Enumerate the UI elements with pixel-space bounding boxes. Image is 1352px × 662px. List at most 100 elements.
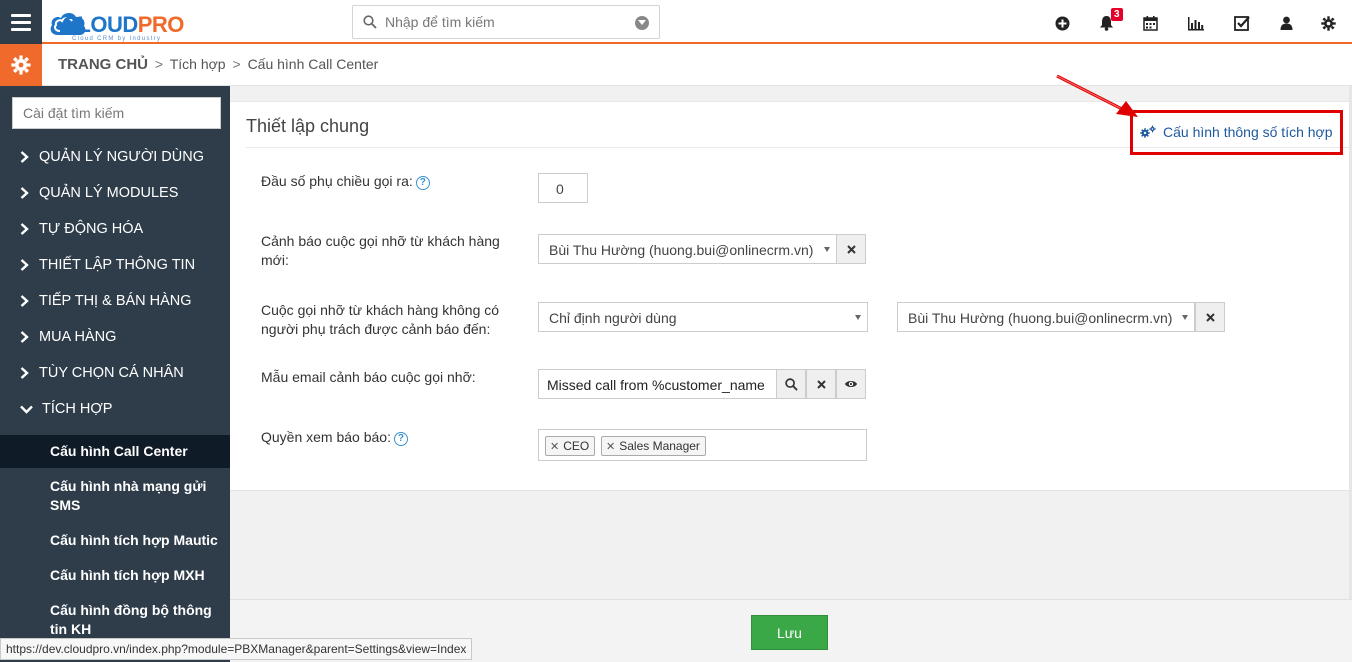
close-icon bbox=[846, 244, 856, 254]
tag-label: CEO bbox=[563, 439, 590, 453]
report-permission-label: Quyền xem báo báo:? bbox=[261, 428, 491, 447]
sidebar-item-info-setup[interactable]: THIẾT LẬP THÔNG TIN bbox=[0, 247, 230, 283]
sidebar-item-label: TỰ ĐỘNG HÓA bbox=[39, 221, 144, 237]
preview-template-button[interactable] bbox=[836, 369, 866, 399]
main-content: Thiết lập chung Cấu hình thông số tích h… bbox=[230, 86, 1352, 662]
sidebar-item-modules[interactable]: QUẢN LÝ MODULES bbox=[0, 175, 230, 211]
search-icon bbox=[363, 15, 377, 29]
caret-down-icon bbox=[855, 315, 861, 320]
calendar-icon[interactable] bbox=[1141, 14, 1159, 32]
clear-template-button[interactable] bbox=[806, 369, 836, 399]
global-search-input[interactable]: Nhập để tìm kiếm bbox=[352, 5, 660, 39]
clear-button[interactable] bbox=[1195, 302, 1225, 332]
clear-button[interactable] bbox=[836, 234, 866, 264]
chevron-right-icon bbox=[20, 331, 34, 343]
chevron-right-icon bbox=[20, 187, 34, 199]
chevron-right-icon bbox=[20, 367, 34, 379]
sidebar-subitem-mautic[interactable]: Cấu hình tích hợp Mautic bbox=[0, 531, 230, 550]
sidebar-item-label: MUA HÀNG bbox=[39, 329, 117, 345]
annotation-arrow bbox=[1056, 74, 1138, 117]
sidebar-item-label: QUẢN LÝ MODULES bbox=[39, 185, 179, 201]
sidebar-item-integration[interactable]: TÍCH HỢP bbox=[0, 391, 230, 427]
chevron-right-icon bbox=[20, 151, 34, 163]
tag-chip[interactable]: ✕ Sales Manager bbox=[601, 436, 706, 456]
sidebar-subitem-label: Cấu hình tích hợp Mautic bbox=[50, 532, 218, 548]
save-button[interactable]: Lưu bbox=[751, 615, 828, 650]
logo[interactable]: CLOUDPRO Cloud CRM by Industry bbox=[48, 6, 208, 42]
chevron-right-icon bbox=[20, 295, 34, 307]
outbound-prefix-input[interactable]: 0 bbox=[538, 173, 588, 203]
tag-label: Sales Manager bbox=[619, 439, 700, 453]
breadcrumb-current: Cấu hình Call Center bbox=[247, 56, 379, 72]
integration-config-label: Cấu hình thông số tích hợp bbox=[1163, 124, 1333, 140]
help-icon[interactable]: ? bbox=[415, 176, 430, 190]
plus-circle-icon[interactable] bbox=[1053, 14, 1071, 32]
close-icon bbox=[816, 379, 826, 389]
sidebar-item-label: THIẾT LẬP THÔNG TIN bbox=[39, 257, 196, 273]
gears-icon bbox=[1140, 125, 1156, 138]
breadcrumb-bar: TRANG CHỦ > Tích hợp > Cấu hình Call Cen… bbox=[0, 44, 1352, 86]
missed-no-owner-user-select[interactable]: Bùi Thu Hường (huong.bui@onlinecrm.vn) bbox=[897, 302, 1195, 332]
missed-no-owner-label: Cuộc gọi nhỡ từ khách hàng không có ngườ… bbox=[261, 302, 500, 337]
general-settings-panel: Thiết lập chung Cấu hình thông số tích h… bbox=[230, 101, 1352, 491]
sidebar-item-label: TÍCH HỢP bbox=[42, 401, 113, 417]
caret-down-icon bbox=[824, 247, 830, 252]
chevron-down-icon bbox=[20, 405, 38, 414]
breadcrumb-separator: > bbox=[154, 56, 164, 72]
top-bar: CLOUDPRO Cloud CRM by Industry Nhập để t… bbox=[0, 0, 1352, 44]
sidebar-subitem-social[interactable]: Cấu hình tích hợp MXH bbox=[0, 566, 230, 585]
sidebar-item-personal-options[interactable]: TÙY CHỌN CÁ NHÂN bbox=[0, 355, 230, 391]
email-template-label: Mẫu email cảnh báo cuộc gọi nhỡ: bbox=[261, 369, 476, 385]
help-icon[interactable]: ? bbox=[393, 432, 408, 446]
breadcrumb: TRANG CHỦ > Tích hợp > Cấu hình Call Cen… bbox=[58, 56, 378, 73]
sidebar-item-user-management[interactable]: QUẢN LÝ NGƯỜI DÙNG bbox=[0, 139, 230, 175]
remove-tag-icon[interactable]: ✕ bbox=[606, 440, 615, 453]
user-icon[interactable] bbox=[1277, 14, 1295, 32]
settings-search-placeholder: Cài đặt tìm kiếm bbox=[23, 105, 125, 121]
sidebar-subitem-label: Cấu hình nhà mạng gửi SMS bbox=[50, 478, 207, 513]
gear-icon[interactable] bbox=[1319, 14, 1337, 32]
sidebar-item-purchasing[interactable]: MUA HÀNG bbox=[0, 319, 230, 355]
search-template-button[interactable] bbox=[776, 369, 806, 399]
missed-no-owner-mode-select[interactable]: Chỉ định người dùng bbox=[538, 302, 868, 332]
panel-title: Thiết lập chung bbox=[246, 116, 370, 136]
browser-status-url: https://dev.cloudpro.vn/index.php?module… bbox=[0, 638, 473, 660]
integration-config-link[interactable]: Cấu hình thông số tích hợp bbox=[1140, 124, 1333, 140]
search-icon bbox=[784, 377, 798, 391]
bar-chart-icon[interactable] bbox=[1186, 14, 1204, 32]
tag-chip[interactable]: ✕ CEO bbox=[545, 436, 596, 456]
checkbox-icon[interactable] bbox=[1233, 14, 1251, 32]
close-icon bbox=[1205, 312, 1215, 322]
sidebar-subitem-call-center[interactable]: Cấu hình Call Center bbox=[0, 435, 230, 468]
chevron-down-icon[interactable] bbox=[635, 16, 649, 30]
breadcrumb-home[interactable]: TRANG CHỦ bbox=[58, 56, 148, 73]
remove-tag-icon[interactable]: ✕ bbox=[550, 440, 559, 453]
sidebar-item-label: TÙY CHỌN CÁ NHÂN bbox=[39, 365, 184, 381]
sidebar-subitem-label: Cấu hình Call Center bbox=[50, 443, 188, 459]
sidebar-subitem-sms-provider[interactable]: Cấu hình nhà mạng gửi SMS bbox=[0, 477, 230, 515]
caret-down-icon bbox=[1182, 315, 1188, 320]
chevron-right-icon bbox=[20, 259, 34, 271]
settings-search-input[interactable]: Cài đặt tìm kiếm bbox=[12, 97, 221, 129]
logo-tagline: Cloud CRM by Industry bbox=[72, 36, 162, 42]
breadcrumb-separator: > bbox=[232, 56, 241, 72]
missed-new-customer-label: Cảnh báo cuộc gọi nhỡ từ khách hàng mới: bbox=[261, 233, 500, 268]
missed-new-customer-select[interactable]: Bùi Thu Hường (huong.bui@onlinecrm.vn) bbox=[538, 234, 837, 264]
sidebar: Cài đặt tìm kiếm QUẢN LÝ NGƯỜI DÙNG QUẢN… bbox=[0, 86, 230, 662]
logo-text: CLOUDPRO bbox=[62, 12, 184, 37]
outbound-prefix-label: Đầu số phụ chiều gọi ra:? bbox=[261, 172, 491, 191]
sidebar-item-automation[interactable]: TỰ ĐỘNG HÓA bbox=[0, 211, 230, 247]
chevron-right-icon bbox=[20, 223, 34, 235]
report-permission-multiselect[interactable]: ✕ CEO ✕ Sales Manager bbox=[538, 429, 867, 461]
sidebar-subitem-label: Cấu hình tích hợp MXH bbox=[50, 567, 205, 583]
email-template-input[interactable]: Missed call from %customer_name bbox=[538, 369, 777, 399]
settings-icon[interactable] bbox=[0, 44, 42, 86]
sidebar-subitem-label: Cấu hình đồng bộ thông tin KH bbox=[50, 602, 212, 637]
notification-badge: 3 bbox=[1111, 8, 1123, 21]
menu-toggle-button[interactable] bbox=[0, 0, 42, 44]
sidebar-subitem-customer-sync[interactable]: Cấu hình đồng bộ thông tin KH bbox=[0, 601, 230, 639]
eye-icon bbox=[845, 381, 857, 387]
sidebar-item-marketing-sales[interactable]: TIẾP THỊ & BÁN HÀNG bbox=[0, 283, 230, 319]
breadcrumb-integration[interactable]: Tích hợp bbox=[170, 56, 226, 72]
search-placeholder: Nhập để tìm kiếm bbox=[385, 14, 495, 30]
